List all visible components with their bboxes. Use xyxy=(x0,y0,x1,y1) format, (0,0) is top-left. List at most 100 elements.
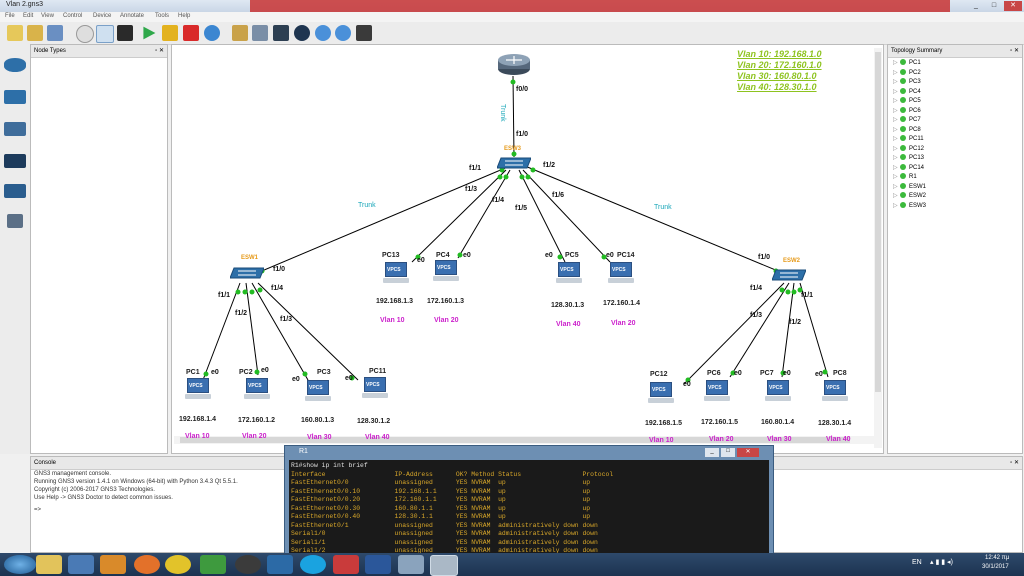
terminal-line: Interface IP-Address OK? Method Status P… xyxy=(291,470,614,478)
pc4-ip: 172.160.1.3 xyxy=(427,298,464,305)
topology-item[interactable]: ▷ PC14 xyxy=(893,163,924,173)
pc12-vlan: Vlan 10 xyxy=(649,437,674,444)
status-dot-icon xyxy=(900,144,906,151)
word-icon[interactable] xyxy=(365,555,391,574)
pc6-icon[interactable]: VPCS xyxy=(704,380,730,402)
link-esw1-pc3[interactable] xyxy=(251,282,309,381)
pc3-icon[interactable]: VPCS xyxy=(305,380,331,402)
skype-icon[interactable] xyxy=(300,555,326,574)
app-icon[interactable] xyxy=(235,555,261,574)
explorer-window-icon[interactable] xyxy=(398,555,424,574)
link-esw3-pc14[interactable] xyxy=(522,169,611,263)
topology-summary-panel: Topology Summary ▫ ✕ ▷ PC1 ▷ PC2 ▷ PC3 ▷ PC4… xyxy=(887,44,1023,454)
chrome-icon[interactable] xyxy=(165,555,191,574)
pc6-ip: 172.160.1.5 xyxy=(701,419,738,426)
utorrent-icon[interactable] xyxy=(200,555,226,574)
pc13-icon[interactable]: VPCS xyxy=(383,262,409,284)
close-button[interactable]: ✕ xyxy=(737,448,759,457)
esw2-port-f11: f1/1 xyxy=(801,292,814,299)
pc5-name: PC5 xyxy=(565,252,579,259)
topology-item[interactable]: ▷ PC11 xyxy=(893,135,924,144)
pc4-name: PC4 xyxy=(436,252,450,259)
topology-item[interactable]: ▷ ESW1 xyxy=(893,182,926,192)
panel-controls[interactable]: ▫ ✕ xyxy=(1010,457,1019,469)
pc14-port: e0 xyxy=(606,252,614,259)
terminal-line: Serial1/0 unassigned YES NVRAM administr… xyxy=(291,530,598,537)
topology-item[interactable]: ▷ R1 xyxy=(893,173,917,182)
pc3-vlan: Vlan 30 xyxy=(307,434,332,441)
pc14-vlan: Vlan 20 xyxy=(611,320,636,327)
link-esw1-pc11[interactable] xyxy=(257,282,359,381)
maximize-button[interactable]: □ xyxy=(721,448,735,457)
status-dot-icon xyxy=(900,87,906,94)
link-r1-esw3[interactable] xyxy=(512,75,515,158)
link-esw2-pc7[interactable] xyxy=(781,282,795,378)
switch-esw1-icon[interactable] xyxy=(230,266,264,280)
router-r1-icon[interactable] xyxy=(496,52,532,76)
esw1-port-f13: f1/3 xyxy=(280,316,293,323)
teamviewer-icon[interactable] xyxy=(267,555,293,574)
start-button[interactable] xyxy=(4,555,36,574)
link-esw2-pc6[interactable] xyxy=(729,282,790,378)
pc3-name: PC3 xyxy=(317,369,331,376)
pc1-icon[interactable]: VPCS xyxy=(185,378,211,400)
link-esw3-esw2[interactable] xyxy=(524,165,791,277)
app-icon[interactable] xyxy=(333,555,359,574)
topology-item[interactable]: ▷ PC6 xyxy=(893,106,921,116)
link-esw3-pc5[interactable] xyxy=(518,169,566,263)
link-esw3-pc4[interactable] xyxy=(457,169,511,259)
terminal-line: FastEthernet0/0 unassigned YES NVRAM up … xyxy=(291,479,591,486)
status-dot-icon xyxy=(900,106,906,113)
link-esw2-pc12[interactable] xyxy=(683,282,785,385)
pc11-icon[interactable]: VPCS xyxy=(362,377,388,399)
topology-item[interactable]: ▷ PC12 xyxy=(893,144,924,154)
language-indicator[interactable]: EN xyxy=(912,559,922,566)
status-dot-icon xyxy=(900,59,906,66)
topology-item[interactable]: ▷ PC5 xyxy=(893,97,921,106)
pc2-vlan: Vlan 20 xyxy=(242,433,267,440)
esw1-port-f11: f1/1 xyxy=(218,292,231,299)
media-player-icon[interactable] xyxy=(100,555,126,574)
link-esw3-pc13[interactable] xyxy=(411,169,507,263)
tray-icons[interactable]: ▴ ▮ ▮ ◂) xyxy=(930,558,980,569)
firefox-icon[interactable] xyxy=(134,555,160,574)
pc5-icon[interactable]: VPCS xyxy=(556,262,582,284)
topology-item[interactable]: ▷ PC3 xyxy=(893,78,921,87)
topology-item[interactable]: ▷ PC1 xyxy=(893,59,921,68)
topology-item[interactable]: ▷ PC13 xyxy=(893,154,924,163)
pc4-icon[interactable]: VPCS xyxy=(433,260,459,282)
gns3-taskbar-icon[interactable] xyxy=(430,555,458,576)
pc14-icon[interactable]: VPCS xyxy=(608,262,634,284)
topology-item[interactable]: ▷ ESW2 xyxy=(893,192,926,201)
clock-time[interactable]: 12:42 πμ xyxy=(985,555,1009,561)
pc14-name: PC14 xyxy=(617,252,635,259)
topology-item[interactable]: ▷ ESW3 xyxy=(893,201,926,211)
console-line: GNS3 management console. xyxy=(34,471,112,477)
r1-terminal-title: R1 xyxy=(299,448,308,455)
pc2-icon[interactable]: VPCS xyxy=(244,378,270,400)
pc1-vlan: Vlan 10 xyxy=(185,433,210,440)
pc7-icon[interactable]: VPCS xyxy=(765,380,791,402)
status-dot-icon xyxy=(900,163,906,170)
minimize-button[interactable]: _ xyxy=(705,448,719,457)
notepad-icon[interactable] xyxy=(68,555,94,574)
switch-esw3-icon[interactable] xyxy=(497,156,531,170)
esw3-port-f15: f1/5 xyxy=(515,205,528,212)
r1-terminal-window[interactable]: R1 _ □ ✕ R1#show ip int brief Interface … xyxy=(284,445,774,557)
status-dot-icon xyxy=(900,182,906,189)
console-prompt[interactable]: => xyxy=(34,507,41,513)
pc8-icon[interactable]: VPCS xyxy=(822,380,848,402)
pc12-icon[interactable]: VPCS xyxy=(648,382,674,404)
file-explorer-icon[interactable] xyxy=(36,555,62,574)
legend-vlan20: Vlan 20: 172.160.1.0 xyxy=(737,60,822,70)
topology-item[interactable]: ▷ PC2 xyxy=(893,68,921,78)
topology-item[interactable]: ▷ PC4 xyxy=(893,87,921,97)
terminal-output[interactable]: R1#show ip int brief Interface IP-Addres… xyxy=(289,460,769,556)
panel-controls[interactable]: ▫ ✕ xyxy=(1010,45,1019,57)
link-esw1-pc2[interactable] xyxy=(245,282,259,376)
switch-esw2-icon[interactable] xyxy=(772,268,806,282)
link-esw3-esw1[interactable] xyxy=(249,165,511,277)
topology-item[interactable]: ▷ PC8 xyxy=(893,125,921,135)
topology-item[interactable]: ▷ PC7 xyxy=(893,116,921,125)
clock-date[interactable]: 30/1/2017 xyxy=(982,564,1009,570)
